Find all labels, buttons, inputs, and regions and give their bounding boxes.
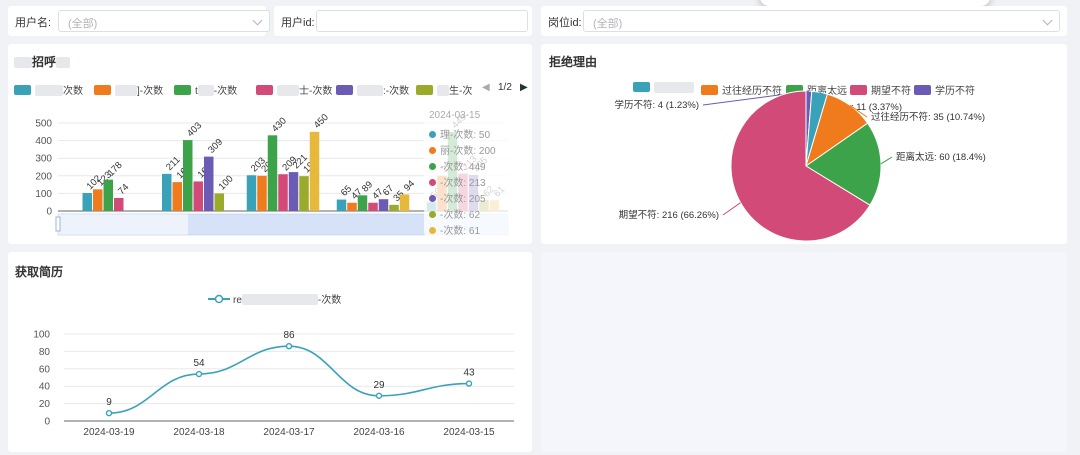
resume-chart-card: 获取简历 re -次数 0 20 40 60 80 100 2024-03-19 2024-03… (8, 252, 532, 452)
line-point (285, 342, 293, 350)
chevron-down-icon (252, 15, 263, 26)
user-name-select[interactable]: (全部) (58, 10, 270, 32)
y-tick-label: 0 (46, 207, 52, 218)
tooltip-row: -次数: 61 (424, 222, 512, 238)
bar (267, 135, 278, 211)
bar (204, 156, 214, 211)
user-id-input[interactable] (316, 10, 528, 32)
pie-label-line (722, 202, 741, 216)
x-tick-label: 2024-03-15 (443, 427, 495, 438)
y-tick-label: 100 (33, 330, 50, 341)
y-tick-label: 400 (35, 136, 52, 147)
bar (103, 179, 113, 211)
bar (309, 131, 320, 211)
bar-value-label: 74 (116, 182, 131, 197)
point-value-label: 9 (106, 397, 112, 408)
bar-value-label: 100 (217, 174, 236, 193)
bar (399, 194, 410, 211)
position-id-select[interactable]: (全部) (583, 10, 1060, 32)
bar (389, 204, 399, 211)
x-tick-label: 2024-03-16 (353, 427, 405, 438)
y-tick-label: 60 (39, 364, 51, 375)
tooltip-row: -次数: 205 (424, 190, 512, 206)
bar-value-label: 430 (270, 115, 289, 134)
y-tick-label: 0 (44, 417, 50, 428)
bar (82, 193, 92, 211)
bar (183, 140, 193, 211)
bar (257, 175, 267, 211)
user-id-label: 用户id: (281, 17, 315, 29)
bar (246, 175, 257, 211)
pie-slice-label: 期望不符: 216 (66.26%) (619, 209, 719, 221)
bar (93, 189, 103, 211)
bar (336, 199, 347, 211)
position-id-select-value: (全部) (593, 18, 623, 30)
bar (214, 193, 224, 211)
resume-line-chart: 0 20 40 60 80 100 2024-03-19 2024-03-18 2024-03-… (33, 330, 514, 438)
y-tick-label: 500 (35, 119, 52, 130)
bar (172, 182, 182, 211)
bar (278, 174, 288, 211)
position-id-label: 岗位id: (548, 17, 582, 29)
pie-slice-label: 距离太远: 60 (18.4%) (896, 151, 986, 163)
y-tick-label: 40 (39, 382, 51, 393)
filter-card-position-id: 岗位id: (全部) (541, 6, 1067, 36)
bar (162, 173, 172, 211)
bar (368, 202, 378, 211)
x-tick-label: 2024-03-18 (173, 427, 225, 438)
empty-card (541, 252, 1067, 452)
point-value-label: 29 (373, 380, 385, 391)
greeting-chart-card: 招呼 次数 ]-次数 t -次数 士-次数 :-次数 生-次 ◀ 1/2 ▶ 01… (8, 44, 532, 244)
tooltip-row: -次数: 449 (424, 158, 512, 174)
bar-value-label: 94 (402, 178, 417, 193)
bar (378, 199, 389, 211)
bar (347, 202, 357, 211)
rejection-pie-chart: 学历不符: 4 (1.23%): 11 (3.37%)过往经历不符: 35 (1… (615, 90, 986, 242)
pie-slice-label: 过往经历不符: 35 (10.74%) (871, 111, 985, 123)
line-point (465, 380, 473, 387)
x-tick-label: 2024-03-19 (83, 427, 135, 438)
pie-label-line (880, 156, 893, 165)
point-value-label: 54 (193, 358, 205, 369)
chart-tooltip: 2024-03-15 理-次数: 50 丽-次数: 200 -次数: 449 -… (424, 108, 512, 238)
user-name-label: 用户名: (15, 17, 52, 29)
y-tick-label: 20 (39, 399, 51, 410)
tooltip-row: 理-次数: 50 (424, 126, 512, 142)
bar (193, 181, 203, 211)
x-tick-label: 2024-03-17 (263, 427, 315, 438)
bar-value-label: 450 (312, 112, 331, 131)
tooltip-row: 丽-次数: 200 (424, 142, 512, 158)
data-zoom-handle (55, 216, 61, 232)
tooltip-date: 2024-03-15 (429, 110, 481, 121)
pie-slice-label: 学历不符: 4 (1.23%) (615, 99, 699, 111)
bar (114, 197, 124, 211)
bar (299, 176, 309, 211)
tooltip-row: -次数: 213 (424, 174, 512, 190)
y-tick-label: 200 (35, 171, 52, 182)
bar (288, 172, 299, 211)
y-tick-label: 80 (39, 347, 51, 358)
tooltip-row: -次数: 62 (424, 206, 512, 222)
point-value-label: 43 (463, 368, 475, 379)
bar-value-label: 309 (206, 137, 225, 156)
line-point (375, 392, 383, 399)
y-tick-label: 300 (35, 154, 52, 165)
user-name-select-value: (全部) (68, 18, 98, 30)
rejection-chart-card: 拒绝理由 过往经历不符 距离太远 期望不符 学历不符 学历不符: 4 (1.23… (541, 44, 1067, 244)
line-point (195, 370, 203, 378)
y-tick-label: 100 (35, 189, 52, 200)
point-value-label: 86 (283, 330, 295, 341)
chevron-down-icon (1042, 15, 1053, 26)
filter-card-user-id: 用户id: (274, 6, 532, 36)
bar (357, 195, 368, 211)
filter-card-user-name: 用户名: (全部) (8, 6, 270, 36)
line-point (105, 409, 113, 417)
